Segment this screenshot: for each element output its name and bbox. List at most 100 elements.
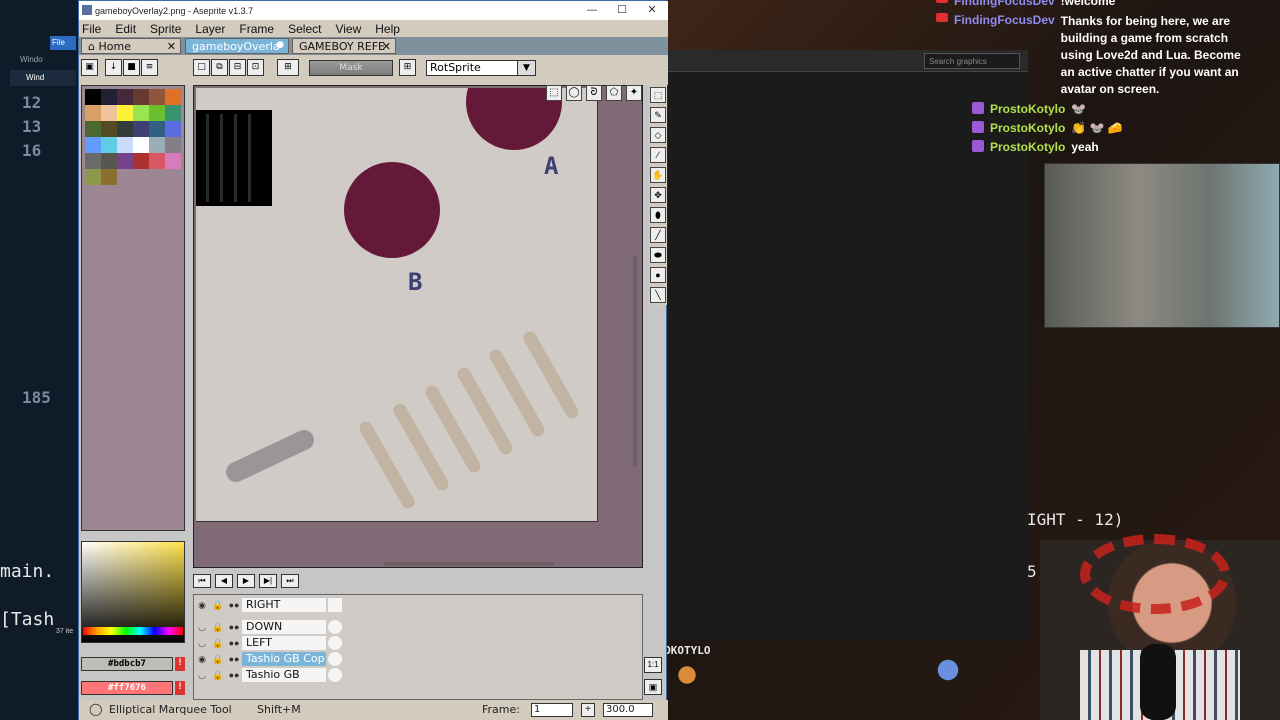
cel-filled[interactable] [328,668,342,682]
visibility-icon[interactable]: ◡ [194,638,210,649]
pencil-icon[interactable]: ✎ [650,107,666,123]
grid-icon[interactable]: ⊞ [399,59,416,76]
lasso-icon[interactable]: ᘐ [586,85,602,101]
eraser-icon[interactable]: ◇ [650,127,666,143]
continuous-icon[interactable]: ●● [226,654,242,664]
palette-swatch[interactable] [133,105,149,121]
horizontal-scrollbar[interactable] [384,562,554,566]
elliptical-marquee-icon[interactable]: ◯ [566,85,582,101]
palette-swatch[interactable] [133,89,149,105]
selection-mode-intersect-icon[interactable]: ⊡ [247,59,264,76]
cel-empty[interactable] [328,620,342,634]
palette-swatch[interactable] [149,137,165,153]
frame-input[interactable]: 1 [531,703,573,717]
previous-frame-icon[interactable]: ◀ [215,574,233,588]
palette-swatch[interactable] [101,89,117,105]
line-icon[interactable]: ╱ [650,227,666,243]
visibility-icon[interactable]: ◉ [194,654,210,665]
continuous-icon[interactable]: ●● [226,638,242,648]
zoom-input[interactable]: 300.0 [603,703,653,717]
palette-swatch[interactable] [149,121,165,137]
palette-swatch[interactable] [85,121,101,137]
palette-swatch[interactable] [117,89,133,105]
warning-icon[interactable]: ! [175,657,185,671]
palette-swatch[interactable] [149,105,165,121]
palette-swatch[interactable] [101,137,117,153]
menu-view[interactable]: View [335,22,361,36]
menu-select[interactable]: Select [288,22,321,36]
palette-swatch[interactable] [165,137,181,153]
tab-gameboy-reference[interactable]: GAMEBOY REFE ✕ [292,38,396,54]
menu-file[interactable]: File [82,22,101,36]
warning-icon[interactable]: ! [175,681,185,695]
continuous-icon[interactable]: ●● [226,600,242,610]
selection-mode-add-icon[interactable]: ⧉ [211,59,228,76]
palette-swatch[interactable] [101,153,117,169]
minimize-button[interactable]: — [577,3,607,19]
lock-icon[interactable]: 🔒 [210,622,226,633]
vertical-scrollbar[interactable] [633,256,637,466]
magic-wand-icon[interactable]: ✦ [626,85,642,101]
visibility-icon[interactable]: ◉ [194,600,210,611]
layer-row[interactable]: ◉ 🔒 ●● RIGHT [194,597,342,613]
palette-swatch[interactable] [165,89,181,105]
close-tab-icon[interactable]: ✕ [382,40,391,53]
transparent-color-mask-button[interactable]: Mask [309,60,393,76]
polygonal-lasso-icon[interactable]: ⬠ [606,85,622,101]
rotation-algorithm-select[interactable]: RotSprite ▼ [426,60,536,76]
cel-filled[interactable] [328,652,342,666]
close-button[interactable]: ✕ [637,3,667,19]
palette-swatch[interactable] [101,169,117,185]
menu-frame[interactable]: Frame [239,22,274,36]
move-icon[interactable]: ✥ [650,187,666,203]
palette-swatch[interactable] [133,121,149,137]
hue-slider[interactable] [83,627,183,635]
last-frame-icon[interactable]: ⏭ [281,574,299,588]
palette-swatch[interactable] [117,121,133,137]
selection-mode-subtract-icon[interactable]: ⊟ [229,59,246,76]
add-frame-icon[interactable]: + [581,703,595,717]
save-icon[interactable]: ■ [123,59,140,76]
tab-gameboy-overlay[interactable]: gameboyOverla ● [185,38,289,54]
lock-icon[interactable]: 🔒 [210,638,226,649]
visibility-icon[interactable]: ◡ [194,622,210,633]
continuous-icon[interactable]: ●● [226,622,242,632]
continuous-icon[interactable]: ●● [226,670,242,680]
cel-empty[interactable] [328,636,342,650]
blur-icon[interactable]: ╲ [650,287,666,303]
taskbar-item[interactable]: Wind [10,70,76,86]
one-to-one-icon[interactable]: 1:1 [644,657,662,673]
palette-swatch[interactable] [101,121,117,137]
background-color-field[interactable]: #ff7676 [81,681,173,695]
layer-row[interactable]: ◡ 🔒 ●● DOWN [194,619,342,635]
palette-swatch[interactable] [85,153,101,169]
palette-swatch[interactable] [165,153,181,169]
paint-bucket-icon[interactable]: ⬮ [650,207,666,223]
menu-edit[interactable]: Edit [115,22,136,36]
palette-swatch[interactable] [149,153,165,169]
palette-swatch[interactable] [85,89,101,105]
contour-icon[interactable]: ● [650,267,666,283]
visibility-icon[interactable]: ◡ [194,670,210,681]
canvas-editor[interactable]: A B [193,85,643,568]
layer-row[interactable]: ◉ 🔒 ●● Tashio GB Cop [194,651,342,667]
download-icon[interactable]: ↓ [105,59,122,76]
pivot-icon[interactable]: ⊞ [277,59,299,76]
menu-layer[interactable]: Layer [195,22,225,36]
palette-swatch[interactable] [165,105,181,121]
maximize-button[interactable]: ☐ [607,3,637,19]
first-frame-icon[interactable]: ⏮ [193,574,211,588]
palette-swatch[interactable] [117,105,133,121]
palette-swatch[interactable] [117,137,133,153]
palette-swatch[interactable] [165,121,181,137]
rectangular-marquee-icon[interactable]: ⬚ [546,85,562,101]
menu-help[interactable]: Help [375,22,400,36]
next-frame-icon[interactable]: ▶| [259,574,277,588]
palette-swatch[interactable] [85,169,101,185]
palette-swatch[interactable] [133,153,149,169]
tab-home[interactable]: ⌂ Home ✕ [81,38,181,54]
hand-icon[interactable]: ✋ [650,167,666,183]
sprite-canvas[interactable]: A B [196,88,598,522]
palette-swatch[interactable] [149,89,165,105]
palette-swatch[interactable] [117,153,133,169]
